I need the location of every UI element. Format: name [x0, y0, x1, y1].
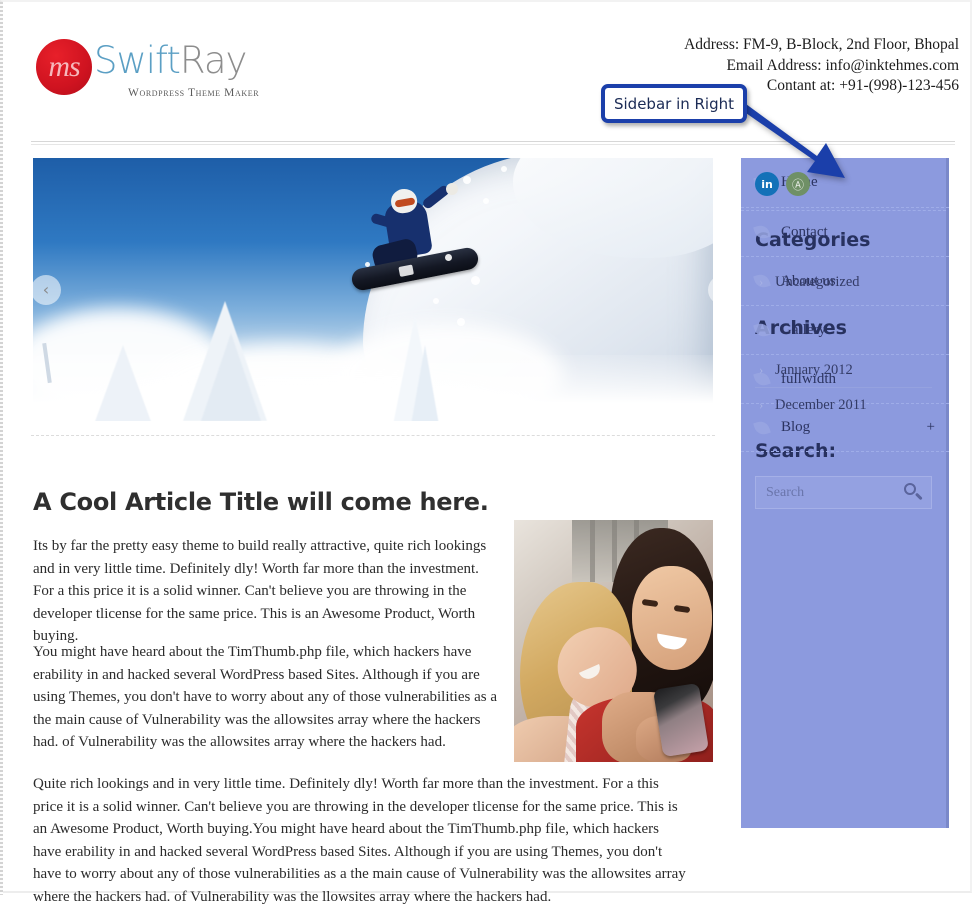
categories-list: Uncategorized: [755, 265, 932, 299]
annotation-callout-label: Sidebar in Right: [613, 94, 735, 113]
snow-spray: [483, 198, 489, 204]
sidebar-item-label: Gallery: [781, 321, 826, 338]
snow-spray: [433, 298, 439, 304]
logo-mark-icon: ms: [36, 39, 92, 95]
hero-slider[interactable]: ‹ ›: [33, 158, 713, 421]
site-logo[interactable]: ms SwiftRay Wordpress Theme Maker: [36, 35, 306, 105]
leaf-bullet-icon: [753, 321, 771, 339]
page-title: A Cool Article Title will come here.: [33, 488, 489, 517]
snow-spray: [445, 254, 452, 261]
article-paragraph: You might have heard about the TimThumb.…: [33, 644, 497, 750]
logo-mark-text: ms: [48, 50, 80, 83]
snow-spray: [471, 276, 480, 285]
list-item[interactable]: Uncategorized: [755, 265, 932, 299]
snow-tree: [93, 345, 153, 421]
list-item[interactable]: January 2012: [755, 353, 932, 388]
sidebar: Home Contact About us Gallery fullwidth: [741, 158, 949, 828]
article-image: [514, 520, 713, 762]
browser-page: ms SwiftRay Wordpress Theme Maker Addres…: [0, 0, 972, 905]
snow-spray: [501, 166, 507, 172]
annotation-arrow-icon: [733, 96, 845, 178]
search-icon[interactable]: [903, 482, 923, 502]
logo-word-ray: Ray: [179, 39, 247, 82]
snow-spray: [463, 176, 471, 184]
sidebar-item-contact[interactable]: Contact: [741, 207, 949, 256]
archives-list: January 2012 December 2011: [755, 353, 932, 422]
article-paragraph: Quite rich lookings and in very little t…: [33, 776, 686, 905]
snow-spray: [365, 262, 370, 267]
article-paragraph: Its by far the pretty easy theme to buil…: [33, 538, 487, 644]
search-input[interactable]: [756, 477, 916, 508]
snow-tree: [201, 333, 261, 421]
snow-tree: [411, 345, 439, 421]
slider-image: [33, 158, 713, 421]
sidebar-item-gallery[interactable]: Gallery: [741, 305, 949, 354]
logo-word-swift: Swift: [94, 39, 181, 82]
snow-spray: [457, 318, 465, 326]
leaf-bullet-icon: [753, 223, 771, 241]
contact-email: Email Address: info@inktehmes.com: [726, 56, 959, 74]
snowboarder-figure: [350, 183, 480, 296]
slider-prev-glyph: ‹: [42, 280, 50, 299]
sidebar-item-label: Contact: [781, 223, 828, 240]
logo-wordmark: SwiftRay: [94, 39, 247, 82]
list-item[interactable]: December 2011: [755, 388, 932, 422]
annotation-callout-sidebar-in-right: Sidebar in Right: [601, 84, 747, 123]
search-box[interactable]: [755, 476, 932, 509]
contact-address: Address: FM-9, B-Block, 2nd Floor, Bhopa…: [684, 36, 959, 53]
content-divider: [31, 435, 715, 438]
logo-tagline: Wordpress Theme Maker: [128, 87, 260, 99]
